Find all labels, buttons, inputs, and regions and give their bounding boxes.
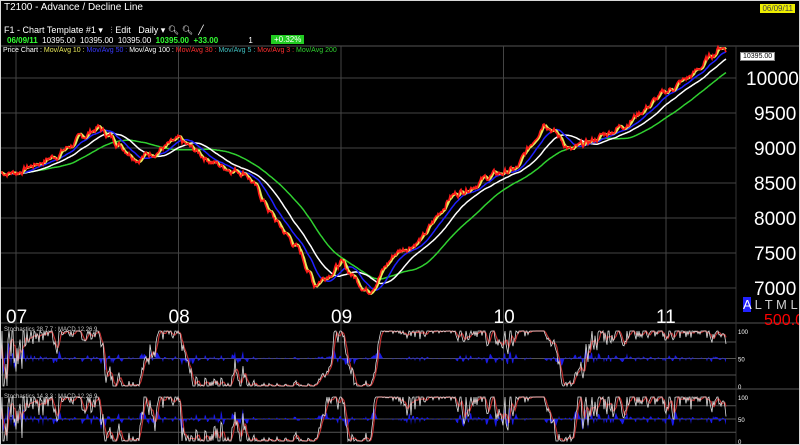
y-tick-label: 10000 xyxy=(746,69,799,90)
toolbar: F1 - Chart Template #1 ▾ ⫶ Edit Daily ▾ … xyxy=(4,25,204,36)
x-tick-label: 07 xyxy=(6,307,27,328)
scale-step: 500.0 xyxy=(764,312,799,329)
quote-close: 10395.00 xyxy=(155,36,190,45)
last-price-badge: 10395.00 xyxy=(740,52,776,61)
x-tick-label: 11 xyxy=(656,307,676,328)
quote-high: 10395.00 xyxy=(79,36,114,45)
moving-average-line xyxy=(1,58,727,285)
scale-button-a[interactable]: A xyxy=(743,297,751,312)
y-tick-label: 8500 xyxy=(754,174,796,195)
draw-line-icon[interactable]: ╱ xyxy=(198,25,203,35)
quote-change: +33.00 xyxy=(193,36,219,45)
legend-item: Mov/Avg 10 : xyxy=(43,47,87,54)
scale-button-rest[interactable]: L T M L xyxy=(755,297,798,312)
quote-count: 1 xyxy=(248,36,253,45)
legend: Price Chart : Mov/Avg 10 : Mov/Avg 50 : … xyxy=(3,47,337,54)
stoch-tick-label: 100 xyxy=(738,396,749,402)
bars-icon: ⫶ xyxy=(110,25,113,35)
stoch-tick-label: 50 xyxy=(738,358,745,364)
stoch-tick-label: 0 xyxy=(738,440,742,444)
quote-date: 06/09/11 xyxy=(7,36,38,45)
stoch-tick-label: 0 xyxy=(738,385,742,391)
x-tick-label: 10 xyxy=(494,307,515,328)
scale-buttons: A L T M L xyxy=(743,297,798,312)
period-dropdown[interactable]: Daily ▾ xyxy=(138,25,165,35)
y-tick-label: 8000 xyxy=(754,209,796,230)
legend-item: Mov/Avg 5 : xyxy=(218,47,258,54)
window-title: T2100 - Advance / Decline Line xyxy=(4,2,143,13)
edit-button[interactable]: Edit xyxy=(115,25,131,35)
stoch1-label: Stochastics 28,7,7 : MACD 12,26,9 xyxy=(4,327,98,333)
moving-average-line xyxy=(1,51,727,291)
legend-item: Mov/Avg 3 : xyxy=(257,47,297,54)
legend-item: Price Chart : xyxy=(3,47,44,54)
zoom-out-icon[interactable]: 🔍︎ xyxy=(182,25,193,35)
price-line xyxy=(1,44,727,296)
chart-canvas[interactable]: 07 08 09 10 11700075008000850090009500100001… xyxy=(1,1,799,444)
template-dropdown[interactable]: F1 - Chart Template #1 ▾ xyxy=(4,25,103,35)
quote-low: 10395.00 xyxy=(117,36,152,45)
zoom-in-icon[interactable]: 🔍︎ xyxy=(168,25,179,35)
stoch2-label: Stochastics 14,3,3 : MACD 12,26,9 xyxy=(4,394,98,400)
y-tick-label: 9500 xyxy=(754,104,796,125)
legend-item: Mov/Avg 30 : xyxy=(175,47,219,54)
macd-histogram xyxy=(1,406,726,435)
quote-open: 10395.00 xyxy=(42,36,76,45)
date-badge: 06/09/11 xyxy=(760,4,795,13)
legend-item: Mov/Avg 200 xyxy=(296,47,337,54)
y-tick-label: 9000 xyxy=(754,139,796,160)
percent-change-badge: +0.32% xyxy=(271,35,305,44)
x-tick-label: 09 xyxy=(331,307,352,328)
legend-item: Mov/Avg 100 : xyxy=(129,47,176,54)
x-tick-label: 08 xyxy=(169,307,190,328)
stoch-tick-label: 100 xyxy=(738,330,749,336)
moving-average-10-line xyxy=(1,47,727,295)
stoch-tick-label: 50 xyxy=(738,418,745,424)
y-tick-label: 7500 xyxy=(754,244,796,265)
legend-item: Mov/Avg 50 : xyxy=(86,47,130,54)
moving-average-line xyxy=(1,71,727,280)
quote-bar: 06/09/11 10395.00 10395.00 10395.00 1039… xyxy=(7,36,253,45)
chart-window: 07 08 09 10 11 7000 7500 8000 8500 9000 9500 10000 1… xyxy=(1,1,799,444)
